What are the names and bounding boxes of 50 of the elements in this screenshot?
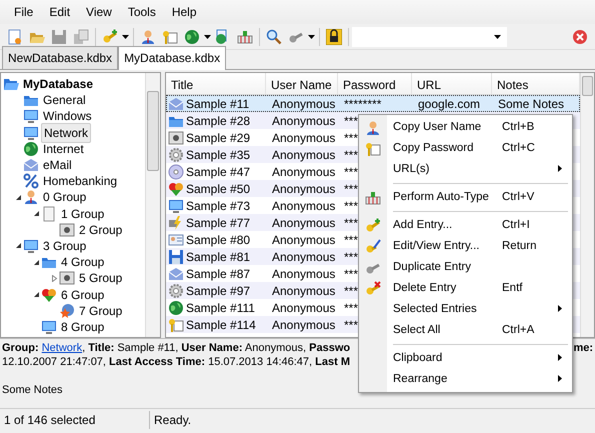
table-cell-text: Anonymous bbox=[272, 232, 336, 248]
table-cell-text: Sample #80 bbox=[186, 232, 250, 248]
table-cell-text: Anonymous bbox=[272, 300, 336, 316]
table-cell-text: *** bbox=[344, 214, 358, 232]
table-cell-text: Anonymous bbox=[272, 316, 336, 334]
table-cell-text: Sample #35 bbox=[186, 146, 250, 164]
table-cell-text: Sample #97 bbox=[186, 282, 250, 300]
table-cell-text: *** bbox=[344, 316, 358, 334]
status-text: 1 of 146 selected bbox=[4, 413, 96, 427]
table-cell-text: google.com bbox=[418, 96, 480, 112]
table-cell-text: *** bbox=[344, 164, 358, 180]
table-cell-text: Sample #87 bbox=[186, 266, 250, 282]
entry-details-text: 12.10.2007 21:47:07, Last Access Time: 15.07.2013 14:46:47, Last M bbox=[2, 355, 350, 369]
table-cell-text: *** bbox=[344, 130, 358, 146]
table-cell-text: Anonymous bbox=[272, 96, 336, 112]
table-cell-text: *** bbox=[344, 180, 358, 198]
table-cell-text: *** bbox=[344, 198, 358, 214]
table-cell-text: Anonymous bbox=[272, 112, 336, 130]
table-cell-text: Sample #111 bbox=[186, 300, 255, 316]
table-cell-text: *** bbox=[344, 146, 358, 164]
table-cell-text: *** bbox=[344, 248, 358, 266]
table-cell-text: Anonymous bbox=[272, 266, 336, 282]
table-cell-text: Anonymous bbox=[272, 146, 336, 164]
table-cell-text: Anonymous bbox=[272, 180, 336, 198]
table-cell-text: Anonymous bbox=[272, 248, 336, 266]
table-cell-text: Sample #28 bbox=[186, 112, 250, 130]
table-cell-text: *** bbox=[344, 112, 358, 130]
table-cell-text: Sample #114 bbox=[186, 316, 256, 334]
table-cell-text: Anonymous bbox=[272, 198, 336, 214]
table-cell-text: Sample #81 bbox=[186, 248, 250, 266]
table-cell-text: Anonymous bbox=[272, 164, 336, 180]
table-cell-text: Anonymous bbox=[272, 282, 336, 300]
table-cell-text: Sample #50 bbox=[186, 180, 250, 198]
table-cell-text: Sample #11 bbox=[186, 96, 250, 112]
table-cell-text: Sample #29 bbox=[186, 130, 250, 146]
table-cell-text: Anonymous bbox=[272, 130, 336, 146]
table-cell-text: *** bbox=[344, 266, 358, 282]
table-cell-text: *** bbox=[344, 282, 358, 300]
table-cell-text: *** bbox=[344, 232, 358, 248]
details-text: me: bbox=[573, 341, 593, 355]
table-cell-text: Sample #73 bbox=[186, 198, 250, 214]
table-cell-text: Sample #77 bbox=[186, 214, 250, 232]
table-cell-text: ******** bbox=[344, 96, 382, 112]
entry-notes: Some Notes bbox=[2, 383, 63, 397]
table-cell-text: Sample #47 bbox=[186, 164, 250, 180]
table-cell-text: *** bbox=[344, 300, 358, 316]
table-cell-text: Anonymous bbox=[272, 214, 336, 232]
entry-details-text: Group: Network, Title: Sample #11, User Name: Anonymous, Passwo bbox=[2, 341, 350, 355]
status-text: Ready. bbox=[154, 413, 192, 427]
table-cell-text: Some Notes bbox=[498, 96, 564, 112]
